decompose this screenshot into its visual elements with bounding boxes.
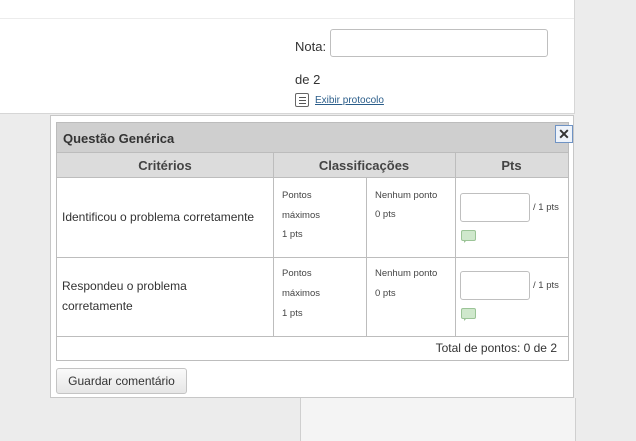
divider — [57, 336, 568, 337]
rating-max-label: máximos — [282, 288, 321, 299]
rating-max-label: Pontos — [282, 268, 312, 279]
divider — [0, 18, 574, 19]
rubric-title: Questão Genérica — [63, 131, 175, 146]
rating-max-points: 1 pts — [282, 229, 303, 240]
grade-label: Nota: — [295, 39, 327, 54]
column-header-points: Pts — [455, 153, 568, 178]
list-document-icon[interactable] — [295, 93, 309, 107]
criterion-label: corretamente — [62, 299, 133, 313]
points-out-of: / 1 pts — [533, 202, 559, 213]
rubric-header: Questão Genérica ✕ — [56, 122, 573, 153]
column-header-ratings: Classificações — [273, 153, 455, 178]
speech-bubble-icon[interactable] — [461, 230, 476, 243]
rating-max-label: máximos — [282, 210, 321, 221]
grade-input[interactable] — [330, 29, 548, 57]
grade-out-of: de 2 — [295, 72, 321, 87]
total-points: Total de pontos: 0 de 2 — [435, 341, 557, 355]
rating-none-label: Nenhum ponto — [375, 190, 438, 201]
divider — [273, 153, 274, 336]
rating-none-label: Nenhum ponto — [375, 268, 438, 279]
speech-bubble-icon[interactable] — [461, 308, 476, 321]
show-rubric-link[interactable]: Exibir protocolo — [315, 95, 384, 106]
close-icon[interactable]: ✕ — [555, 125, 573, 143]
divider — [455, 153, 456, 336]
grade-panel: Nota: de 2 Exibir protocolo — [0, 0, 575, 114]
points-input[interactable] — [460, 193, 530, 222]
rating-max-label: Pontos — [282, 190, 312, 201]
divider — [57, 257, 568, 258]
criterion-label: Respondeu o problema — [62, 279, 187, 293]
rubric-dialog: Questão Genérica ✕ Critérios Classificaç… — [50, 115, 574, 398]
save-comment-button[interactable]: Guardar comentário — [56, 368, 187, 394]
background-panel — [300, 398, 576, 441]
criterion-label: Identificou o problema corretamente — [62, 210, 255, 224]
rubric-table: Critérios Classificações Pts Identificou… — [56, 153, 569, 361]
rating-max-points: 1 pts — [282, 308, 303, 319]
rating-none-points: 0 pts — [375, 288, 396, 299]
rating-none-points: 0 pts — [375, 209, 396, 220]
points-out-of: / 1 pts — [533, 280, 559, 291]
column-header-criteria: Critérios — [57, 153, 273, 178]
points-input[interactable] — [460, 271, 530, 300]
